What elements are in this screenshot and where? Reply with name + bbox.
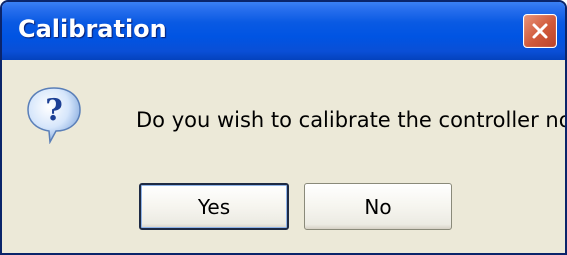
dialog-body: ? Do you wish to calibrate the controlle… [2,60,565,253]
calibration-dialog: Calibration ? Do you wish to calibrate t… [0,0,567,255]
close-icon [532,23,548,39]
question-icon: ? [27,87,81,144]
yes-button[interactable]: Yes [139,183,289,230]
no-button-label: No [364,194,392,219]
no-button[interactable]: No [304,183,452,230]
title-bar[interactable]: Calibration [2,2,565,60]
yes-button-label: Yes [197,194,231,219]
window-title: Calibration [18,15,167,43]
dialog-message: Do you wish to calibrate the controller … [136,108,567,132]
close-button[interactable] [523,14,557,48]
svg-text:?: ? [45,93,63,128]
